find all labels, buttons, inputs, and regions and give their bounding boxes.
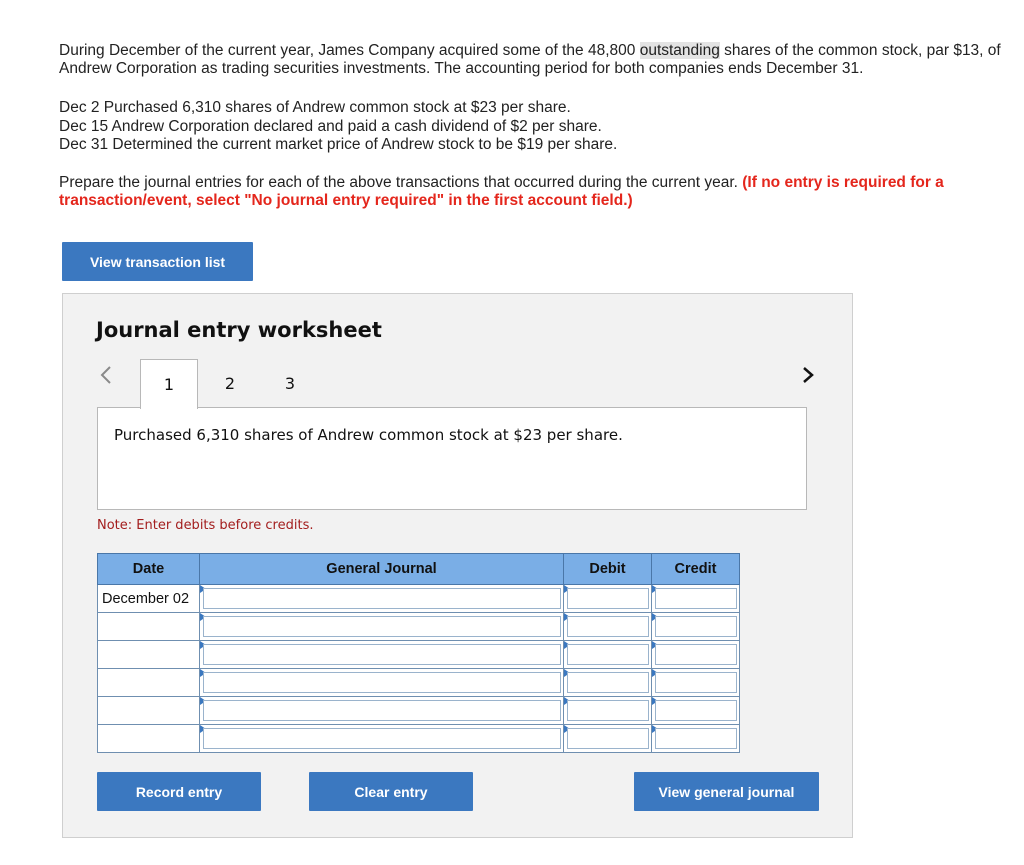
date-cell[interactable] <box>97 724 200 753</box>
credit-input[interactable] <box>651 612 740 641</box>
date-cell[interactable] <box>97 696 200 725</box>
debit-input[interactable] <box>563 696 652 725</box>
debit-input[interactable] <box>563 584 652 613</box>
instructions: Prepare the journal entries for each of … <box>59 174 1019 210</box>
journal-table: Date General Journal Debit Credit Decemb… <box>97 553 740 753</box>
table-row <box>97 640 740 669</box>
journal-entry-worksheet: Journal entry worksheet 1 2 3 Purchased … <box>62 293 853 838</box>
transaction-line: Dec 2 Purchased 6,310 shares of Andrew c… <box>59 99 571 116</box>
column-header-credit: Credit <box>651 553 740 585</box>
instructions-text: Prepare the journal entries for each of … <box>59 174 743 191</box>
account-input[interactable] <box>199 584 564 613</box>
debit-input[interactable] <box>563 668 652 697</box>
date-cell[interactable] <box>97 612 200 641</box>
column-header-debit: Debit <box>563 553 652 585</box>
tab-3[interactable]: 3 <box>261 359 319 407</box>
highlighted-word: outstanding <box>639 42 720 59</box>
chevron-right-icon[interactable] <box>801 364 815 393</box>
debit-input[interactable] <box>563 640 652 669</box>
transaction-line: Dec 31 Determined the current market pri… <box>59 136 618 153</box>
view-transaction-list-button[interactable]: View transaction list <box>62 242 253 281</box>
credit-input[interactable] <box>651 724 740 753</box>
intro-text-1: During December of the current year, Jam… <box>59 42 640 59</box>
tab-2[interactable]: 2 <box>201 359 259 407</box>
table-row <box>97 724 740 753</box>
table-row: December 02 <box>97 584 740 613</box>
transaction-description: Purchased 6,310 shares of Andrew common … <box>97 407 807 510</box>
worksheet-title: Journal entry worksheet <box>96 318 382 342</box>
debits-note: Note: Enter debits before credits. <box>97 518 314 533</box>
account-input[interactable] <box>199 724 564 753</box>
record-entry-button[interactable]: Record entry <box>97 772 261 811</box>
debit-input[interactable] <box>563 724 652 753</box>
credit-input[interactable] <box>651 696 740 725</box>
credit-input[interactable] <box>651 668 740 697</box>
credit-input[interactable] <box>651 640 740 669</box>
table-row <box>97 612 740 641</box>
account-input[interactable] <box>199 696 564 725</box>
date-cell[interactable]: December 02 <box>97 584 200 613</box>
table-row <box>97 668 740 697</box>
clear-entry-button[interactable]: Clear entry <box>309 772 473 811</box>
view-general-journal-button[interactable]: View general journal <box>634 772 819 811</box>
column-header-general-journal: General Journal <box>199 553 564 585</box>
date-cell[interactable] <box>97 668 200 697</box>
debit-input[interactable] <box>563 612 652 641</box>
account-input[interactable] <box>199 668 564 697</box>
date-cell[interactable] <box>97 640 200 669</box>
account-input[interactable] <box>199 640 564 669</box>
account-input[interactable] <box>199 612 564 641</box>
credit-input[interactable] <box>651 584 740 613</box>
table-row <box>97 696 740 725</box>
column-header-date: Date <box>97 553 200 585</box>
chevron-left-icon[interactable] <box>99 364 113 393</box>
tab-1[interactable]: 1 <box>140 359 198 409</box>
problem-intro: During December of the current year, Jam… <box>59 42 1019 78</box>
transaction-list: Dec 2 Purchased 6,310 shares of Andrew c… <box>59 99 617 155</box>
transaction-line: Dec 15 Andrew Corporation declared and p… <box>59 117 602 135</box>
